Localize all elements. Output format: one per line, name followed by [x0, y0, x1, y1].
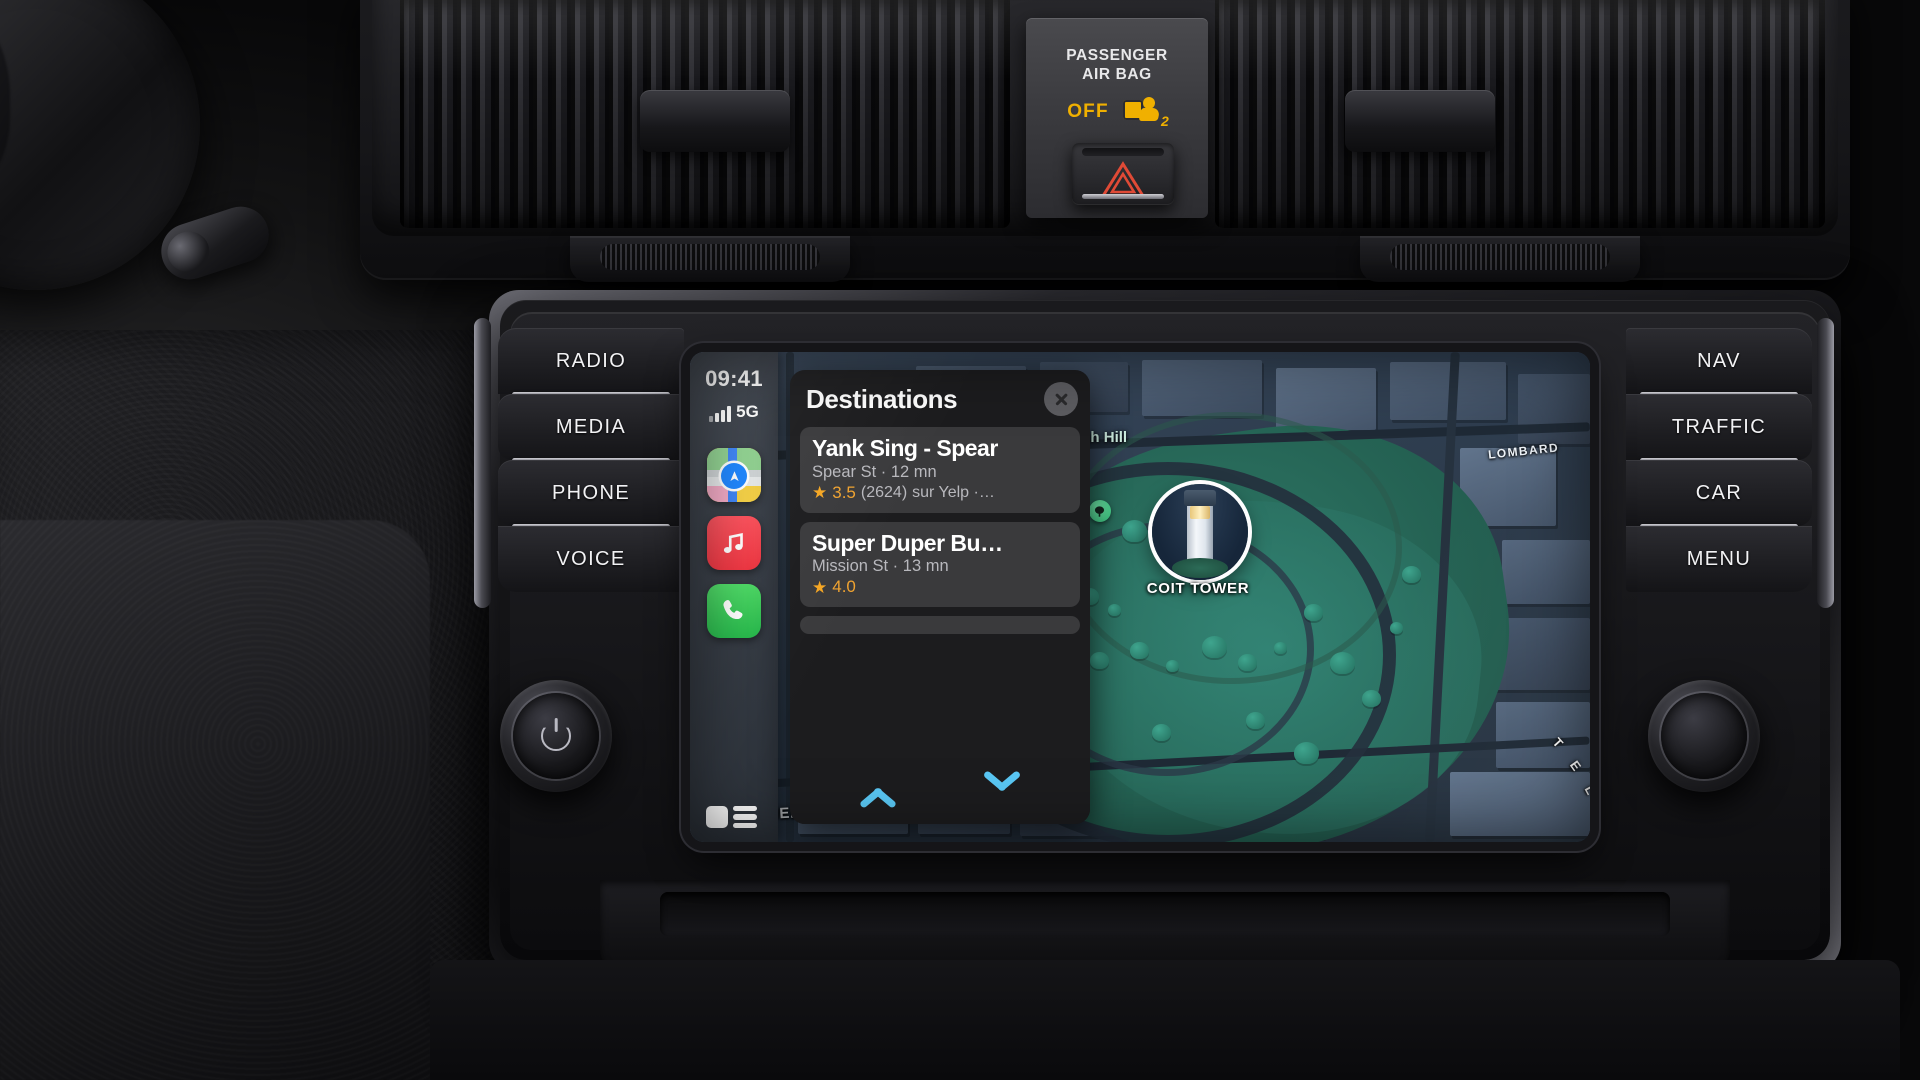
- steering-wheel-inner: [0, 0, 10, 210]
- status-network-type: 5G: [736, 402, 759, 421]
- park-tree-icon: [1088, 500, 1111, 522]
- center-console-shelf: [430, 960, 1900, 1080]
- destination-name: Yank Sing - Spear: [812, 435, 998, 461]
- carplay-screen: Telegraph Hill Pioneer Park: [690, 352, 1590, 842]
- hardware-button-label: MENU: [1686, 547, 1752, 570]
- coit-tower-3d-icon[interactable]: [1152, 484, 1248, 580]
- hardware-button-car[interactable]: CAR: [1626, 460, 1812, 529]
- hardware-button-bank-left: RADIO MEDIA PHONE VOICE: [498, 328, 684, 592]
- maps-app-icon[interactable]: [707, 448, 761, 502]
- hardware-button-traffic[interactable]: TRAFFIC: [1626, 394, 1812, 463]
- chevron-down-icon[interactable]: [979, 782, 1025, 808]
- hardware-button-label: CAR: [1695, 481, 1743, 504]
- power-icon-stem: [554, 718, 558, 732]
- head-unit-rail-right: [1817, 318, 1834, 608]
- destinations-list[interactable]: ★ 4.0 (653) sur Yelp · €€ Yank Sing - Sp…: [790, 424, 1090, 766]
- destination-review-count: (2624): [860, 483, 908, 501]
- status-signal-group: 5G: [690, 402, 778, 422]
- head-unit-rail-left: [474, 318, 491, 608]
- star-icon: ★: [812, 483, 828, 503]
- vent-direction-knob-right[interactable]: [1345, 90, 1495, 152]
- close-icon: [1054, 392, 1069, 407]
- hardware-button-radio[interactable]: RADIO: [498, 328, 684, 397]
- music-app-icon[interactable]: [707, 516, 761, 570]
- destination-name: Super Duper Bu…: [812, 529, 1003, 556]
- hardware-button-label: VOICE: [556, 547, 626, 570]
- power-volume-knob[interactable]: [500, 680, 612, 792]
- speaker-mesh: [600, 244, 820, 270]
- hardware-button-label: MEDIA: [555, 415, 627, 438]
- tune-knob[interactable]: [1648, 680, 1760, 792]
- carplay-sidebar: 09:41 5G: [690, 352, 778, 842]
- map-landmark-label: COIT TOWER: [1146, 580, 1250, 597]
- passenger-airbag-off-icon: 2: [1122, 97, 1169, 130]
- hazard-button-top-bevel: [1082, 148, 1164, 156]
- hardware-button-label: NAV: [1697, 349, 1741, 372]
- map-street-label-telegraph-hill-blvd: TELEGRAPH HILL BLVD: [1250, 652, 1590, 842]
- destinations-header: Destinations: [790, 370, 1090, 424]
- hardware-button-bank-right: NAV TRAFFIC CAR MENU: [1626, 328, 1812, 592]
- close-button[interactable]: [1044, 382, 1078, 416]
- destination-source: sur Yelp ·…: [912, 483, 995, 501]
- infotainment-screen-frame: Telegraph Hill Pioneer Park: [690, 352, 1590, 842]
- hazard-button-chrome-strip: [1082, 194, 1164, 199]
- phone-app-icon[interactable]: [707, 584, 761, 638]
- vent-direction-knob-left[interactable]: [640, 90, 790, 152]
- star-icon: ★: [812, 577, 828, 597]
- speaker-grille-right: [1360, 236, 1640, 282]
- storage-tray-slot: [660, 892, 1670, 936]
- sidebar-app-list: [690, 448, 778, 638]
- destination-subtitle: Spear St · 12 mn: [812, 462, 937, 481]
- hardware-button-nav[interactable]: NAV: [1626, 328, 1812, 397]
- list-item[interactable]: Yank Sing - Spear Spear St · 12 mn ★ 3.5…: [800, 427, 1080, 513]
- airbag-status-text: OFF: [1067, 101, 1109, 123]
- hardware-button-menu[interactable]: MENU: [1626, 526, 1812, 592]
- hardware-button-phone[interactable]: PHONE: [498, 460, 684, 529]
- destination-rating: 4.0: [832, 577, 856, 597]
- dashboard-split-view-icon[interactable]: [706, 805, 757, 828]
- hardware-button-label: PHONE: [551, 481, 631, 504]
- airbag-label-line1: PASSENGER: [1066, 47, 1168, 64]
- dashboard-scene: PASSENGER AIR BAG OFF 2 RADIO MEDIA PHON…: [0, 0, 1920, 1080]
- status-time: 09:41: [705, 366, 763, 391]
- hardware-button-voice[interactable]: VOICE: [498, 526, 684, 592]
- airbag-glyph-digit: 2: [1161, 113, 1169, 130]
- air-vent-right[interactable]: [1215, 0, 1825, 228]
- speaker-mesh: [1390, 244, 1610, 270]
- hazard-light-button[interactable]: [1072, 143, 1174, 205]
- destination-rating-row: ★ 3.5 (2624) sur Yelp ·…: [812, 483, 1068, 503]
- cellular-signal-icon: [709, 406, 732, 422]
- list-item[interactable]: Super Duper Bu… Mission St · 13 mn ★ 4.0: [800, 521, 1080, 608]
- hardware-button-media[interactable]: MEDIA: [498, 394, 684, 463]
- page-title: Destinations: [806, 383, 958, 414]
- chevron-up-icon[interactable]: [855, 782, 901, 808]
- airbag-status-row: OFF 2: [1026, 97, 1208, 130]
- destination-subtitle: Mission St · 13 mn: [812, 557, 949, 576]
- destinations-panel: Destinations ★ 4.0 (653) sur Yelp · €€: [790, 370, 1090, 824]
- speaker-grille-left: [570, 236, 850, 282]
- hardware-button-label: TRAFFIC: [1671, 415, 1767, 438]
- destination-rating: 3.5: [832, 482, 856, 502]
- list-item[interactable]: [800, 616, 1080, 635]
- center-console-side: [0, 520, 430, 1080]
- destination-rating-row: ★ 4.0: [812, 577, 1068, 597]
- vent-shading: [1215, 0, 1825, 228]
- airbag-label-line2: AIR BAG: [1082, 66, 1152, 84]
- destinations-scroll-controls: [790, 766, 1090, 824]
- hardware-button-label: RADIO: [555, 349, 627, 372]
